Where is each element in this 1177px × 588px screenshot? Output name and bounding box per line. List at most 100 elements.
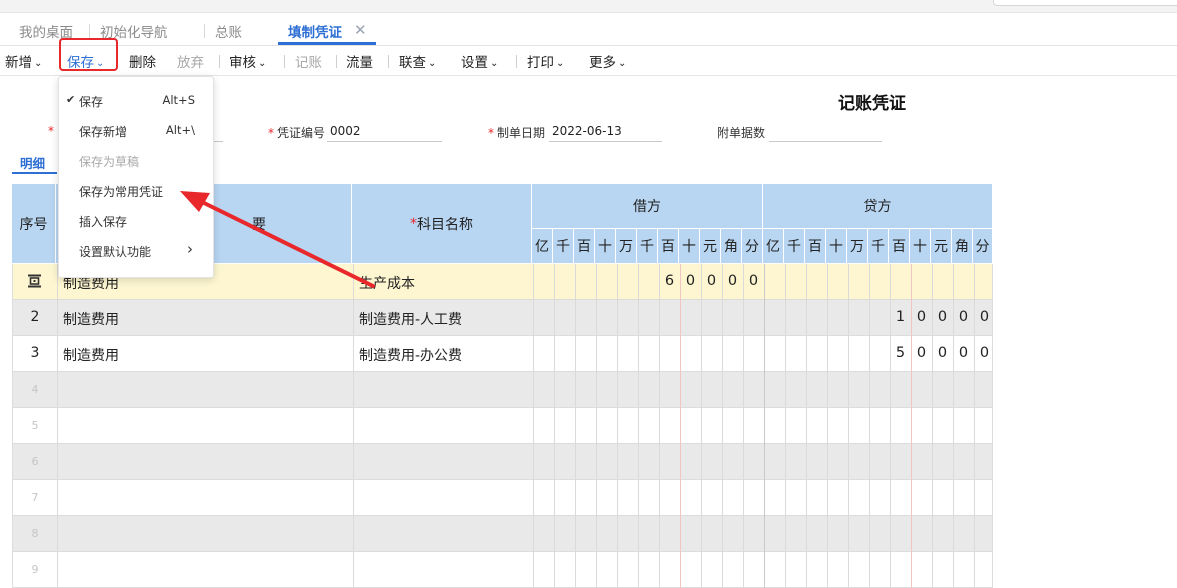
table-row[interactable]: 7: [12, 480, 993, 516]
column-divider: [701, 516, 702, 552]
debit-unit-header: 千: [637, 229, 658, 264]
debit-digit: 0: [748, 273, 759, 289]
column-divider: [575, 480, 576, 516]
settings-button[interactable]: 设置 ⌄: [461, 51, 498, 71]
summary-cell[interactable]: 制造费用: [63, 309, 119, 329]
column-divider: [806, 336, 807, 372]
query-button[interactable]: 联查 ⌄: [399, 51, 436, 71]
detail-tab-indicator: [12, 172, 57, 174]
account-cell[interactable]: 制造费用-办公费: [359, 345, 462, 365]
column-divider: [554, 552, 555, 588]
column-divider: [659, 300, 660, 336]
column-divider: [827, 552, 828, 588]
debit-unit-header: 角: [721, 229, 742, 264]
account-cell[interactable]: 生产成本: [359, 273, 415, 293]
column-divider: [743, 480, 744, 516]
toolbar: 新增 ⌄ 保存 ⌄ 删除 放弃 审核 ⌄ 记账 流量 联查 ⌄ 设置 ⌄ 打印 ⌄ 更多 ⌄: [0, 46, 1177, 76]
column-divider: [554, 300, 555, 336]
column-divider: [869, 408, 870, 444]
column-divider: [57, 444, 58, 480]
print-button[interactable]: 打印 ⌄: [527, 51, 564, 71]
column-divider: [974, 264, 975, 300]
menu-item-save[interactable]: ✔ 保存 Alt+S: [59, 87, 213, 115]
top-search-box[interactable]: [993, 0, 1177, 6]
table-row[interactable]: 5: [12, 408, 993, 444]
field-underline: [769, 141, 882, 142]
column-divider: [743, 552, 744, 588]
close-icon[interactable]: ✕: [354, 21, 367, 39]
column-divider: [869, 480, 870, 516]
column-divider: [722, 300, 723, 336]
column-divider: [680, 408, 681, 444]
column-divider: [848, 516, 849, 552]
save-dropdown-menu: ✔ 保存 Alt+S 保存新增 Alt+\ 保存为草稿 保存为常用凭证 插入保存…: [58, 76, 214, 278]
post-button[interactable]: 记账: [295, 51, 322, 71]
column-divider: [596, 516, 597, 552]
column-divider: [722, 552, 723, 588]
summary-cell[interactable]: 制造费用: [63, 345, 119, 365]
credit-digit: 0: [958, 345, 969, 361]
column-divider: [932, 444, 933, 480]
account-cell[interactable]: 制造费用-人工费: [359, 309, 462, 329]
voucher-no-field[interactable]: 0002: [330, 124, 361, 138]
row-seq: 3: [30, 345, 40, 361]
column-divider: [785, 264, 786, 300]
table-row[interactable]: 8: [12, 516, 993, 552]
tab-bar: 我的桌面 初始化导航 总账 填制凭证 ✕: [0, 13, 1177, 46]
menu-item-insert-save[interactable]: 插入保存: [59, 207, 213, 235]
column-divider: [638, 300, 639, 336]
column-divider: [680, 372, 681, 408]
debit-digit: 6: [664, 273, 675, 289]
credit-unit-header: 百: [889, 229, 910, 264]
column-divider: [743, 516, 744, 552]
discard-button[interactable]: 放弃: [177, 51, 204, 71]
column-divider: [932, 264, 933, 300]
column-divider: [806, 372, 807, 408]
table-row[interactable]: 2 制造费用 制造费用-人工费 1 0 0 0 0: [12, 300, 993, 336]
tab-general-ledger[interactable]: 总账: [215, 21, 242, 41]
more-button[interactable]: 更多 ⌄: [589, 51, 626, 71]
table-row[interactable]: 3 制造费用 制造费用-办公费 5 0 0 0 0: [12, 336, 993, 372]
credit-unit-header: 百: [805, 229, 826, 264]
tab-fill-voucher[interactable]: 填制凭证: [288, 21, 342, 41]
column-divider: [617, 408, 618, 444]
menu-item-save-common[interactable]: 保存为常用凭证: [59, 177, 213, 205]
cashflow-button[interactable]: 流量: [346, 51, 373, 71]
credit-unit-header: 元: [931, 229, 952, 264]
menu-item-default-function[interactable]: 设置默认功能 ›: [59, 237, 213, 265]
row-action-icon[interactable]: [27, 274, 42, 288]
column-divider: [533, 480, 534, 516]
column-divider: [575, 516, 576, 552]
column-divider: [353, 300, 354, 336]
chevron-down-icon: ⌄: [556, 58, 565, 69]
credit-digit: 0: [916, 309, 927, 325]
delete-button[interactable]: 删除: [129, 51, 156, 71]
column-divider: [575, 552, 576, 588]
date-field[interactable]: 2022-06-13: [552, 124, 622, 138]
column-divider: [701, 552, 702, 588]
toolbar-separator: [336, 55, 337, 68]
audit-button[interactable]: 审核 ⌄: [229, 51, 266, 71]
credit-unit-header: 万: [847, 229, 868, 264]
column-divider: [353, 336, 354, 372]
table-row[interactable]: 6: [12, 444, 993, 480]
header-account: * 科目名称: [352, 184, 532, 264]
column-divider: [533, 300, 534, 336]
column-divider: [911, 372, 912, 408]
column-divider: [785, 516, 786, 552]
menu-item-save-draft[interactable]: 保存为草稿: [59, 147, 213, 175]
column-divider: [911, 264, 912, 300]
column-divider: [890, 516, 891, 552]
add-button[interactable]: 新增 ⌄: [5, 51, 42, 71]
table-row[interactable]: 4: [12, 372, 993, 408]
column-divider: [575, 300, 576, 336]
column-divider: [680, 552, 681, 588]
table-row[interactable]: 9: [12, 552, 993, 588]
tab-detail[interactable]: 明细: [20, 153, 45, 172]
column-divider: [617, 552, 618, 588]
credit-digit: 0: [979, 345, 990, 361]
header-debit: 借方: [532, 184, 763, 229]
menu-item-save-new[interactable]: 保存新增 Alt+\: [59, 117, 213, 145]
column-divider: [911, 480, 912, 516]
column-divider: [974, 480, 975, 516]
